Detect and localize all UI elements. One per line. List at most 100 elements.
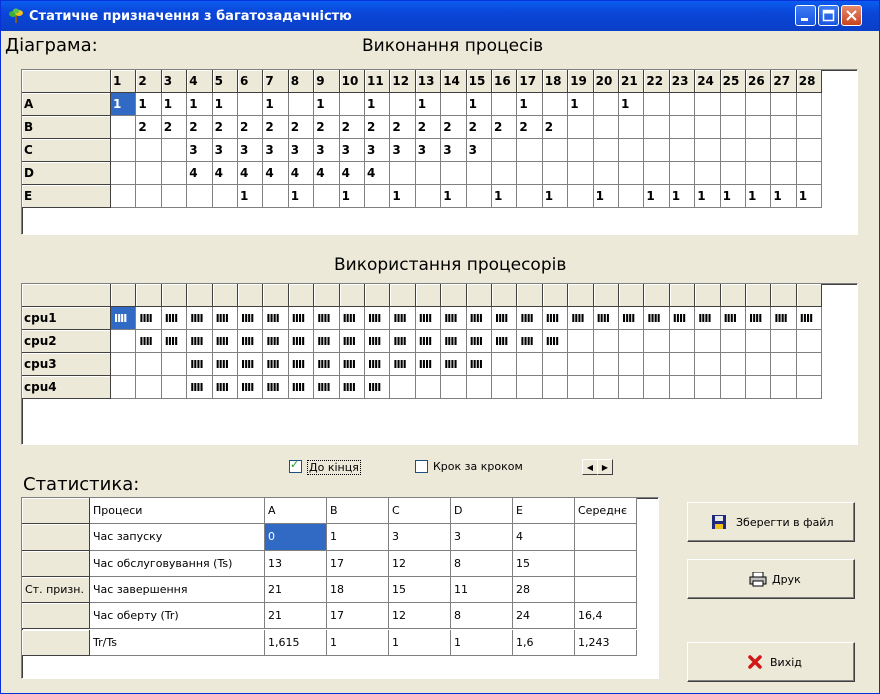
grid-cell[interactable]: 2 [187,116,213,139]
cpu-busy-cell[interactable]: IIII [441,353,467,376]
grid-cell[interactable]: 3 [187,139,213,162]
cpu-busy-cell[interactable]: IIII [619,307,645,330]
grid-cell[interactable]: 2 [339,116,365,139]
grid-cell[interactable] [644,162,670,185]
grid-cell[interactable] [796,162,823,185]
grid-cell[interactable] [441,162,467,185]
cpu-busy-cell[interactable]: IIII [415,330,442,353]
grid-cell[interactable] [415,376,442,399]
cpu-busy-cell[interactable]: IIII [263,353,289,376]
grid-cell[interactable] [111,330,137,353]
grid-cell[interactable] [314,185,340,208]
grid-cell[interactable] [771,139,797,162]
grid-cell[interactable] [669,162,696,185]
grid-cell[interactable]: 1 [136,93,162,116]
grid-cell[interactable] [492,93,518,116]
grid-cell[interactable]: 4 [187,162,213,185]
grid-cell[interactable] [644,330,670,353]
cpu-busy-cell[interactable]: IIII [365,330,391,353]
grid-cell[interactable] [593,139,619,162]
grid-cell[interactable] [720,376,746,399]
stat-cell[interactable]: 4 [513,524,575,551]
step-checkbox[interactable] [415,460,428,473]
cpu-busy-cell[interactable]: IIII [746,307,772,330]
grid-cell[interactable]: 4 [288,162,315,185]
grid-cell[interactable]: 1 [771,185,797,208]
grid-cell[interactable] [161,139,188,162]
grid-cell[interactable]: 3 [314,139,340,162]
cpu-busy-cell[interactable]: IIII [263,376,289,399]
grid-cell[interactable] [339,93,365,116]
stat-cell[interactable]: 17 [327,603,389,630]
grid-cell[interactable] [415,185,442,208]
grid-cell[interactable]: 2 [466,116,492,139]
grid-cell[interactable] [517,353,543,376]
cpu-busy-cell[interactable]: IIII [593,307,619,330]
grid-cell[interactable]: 1 [669,185,696,208]
grid-cell[interactable] [111,185,137,208]
grid-cell[interactable] [771,116,797,139]
grid-cell[interactable] [568,353,594,376]
grid-cell[interactable] [669,93,696,116]
grid-cell[interactable] [720,353,746,376]
grid-cell[interactable] [669,353,696,376]
grid-cell[interactable] [136,353,162,376]
grid-cell[interactable]: 1 [695,185,721,208]
grid-cell[interactable]: 1 [492,185,518,208]
grid-cell[interactable] [619,353,645,376]
grid-cell[interactable] [390,162,416,185]
title-bar[interactable]: Статичне призначення з багатозадачністю [1,1,879,31]
grid-cell[interactable] [796,116,823,139]
cpu-busy-cell[interactable]: IIII [263,307,289,330]
cpu-busy-cell[interactable]: IIII [238,376,264,399]
grid-cell[interactable] [695,330,721,353]
grid-cell[interactable] [111,139,137,162]
grid-cell[interactable]: 4 [314,162,340,185]
cpu-busy-cell[interactable]: IIII [339,307,365,330]
step-forward-button[interactable]: ▶ [597,459,613,475]
grid-cell[interactable] [720,330,746,353]
grid-cell[interactable]: 2 [365,116,391,139]
grid-cell[interactable] [111,116,137,139]
grid-cell[interactable] [796,353,823,376]
stat-cell[interactable]: 21 [265,603,327,630]
stat-cell[interactable]: 8 [451,550,513,577]
grid-cell[interactable]: 3 [390,139,416,162]
grid-cell[interactable]: 3 [365,139,391,162]
grid-cell[interactable]: 4 [238,162,264,185]
grid-cell[interactable]: 1 [796,185,823,208]
grid-cell[interactable]: 2 [136,116,162,139]
cpu-busy-cell[interactable]: IIII [212,307,238,330]
grid-cell[interactable]: 1 [644,185,670,208]
grid-cell[interactable] [746,162,772,185]
grid-cell[interactable] [542,376,569,399]
stat-cell[interactable] [575,550,637,577]
grid-cell[interactable]: 1 [365,93,391,116]
grid-cell[interactable]: 2 [390,116,416,139]
grid-cell[interactable] [441,376,467,399]
exit-button[interactable]: Вихід [687,642,855,682]
stat-cell[interactable]: 13 [265,550,327,577]
cpu-busy-cell[interactable]: IIII [212,330,238,353]
cpu-busy-cell[interactable]: IIII [365,376,391,399]
grid-cell[interactable] [796,376,823,399]
grid-cell[interactable] [492,162,518,185]
grid-cell[interactable] [771,376,797,399]
grid-cell[interactable]: 1 [238,185,264,208]
grid-cell[interactable] [517,376,543,399]
grid-cell[interactable] [695,376,721,399]
grid-cell[interactable] [746,330,772,353]
stat-cell[interactable]: 1 [389,629,451,656]
grid-cell[interactable] [619,116,645,139]
grid-cell[interactable] [720,116,746,139]
stat-cell[interactable]: 3 [451,524,513,551]
cpu-busy-cell[interactable]: IIII [314,376,340,399]
stat-cell[interactable]: 1 [327,629,389,656]
grid-cell[interactable] [746,93,772,116]
cpu-busy-cell[interactable]: IIII [288,330,315,353]
grid-cell[interactable] [542,93,569,116]
grid-cell[interactable] [568,376,594,399]
grid-cell[interactable] [695,139,721,162]
grid-cell[interactable] [568,139,594,162]
cpu-busy-cell[interactable]: IIII [441,307,467,330]
